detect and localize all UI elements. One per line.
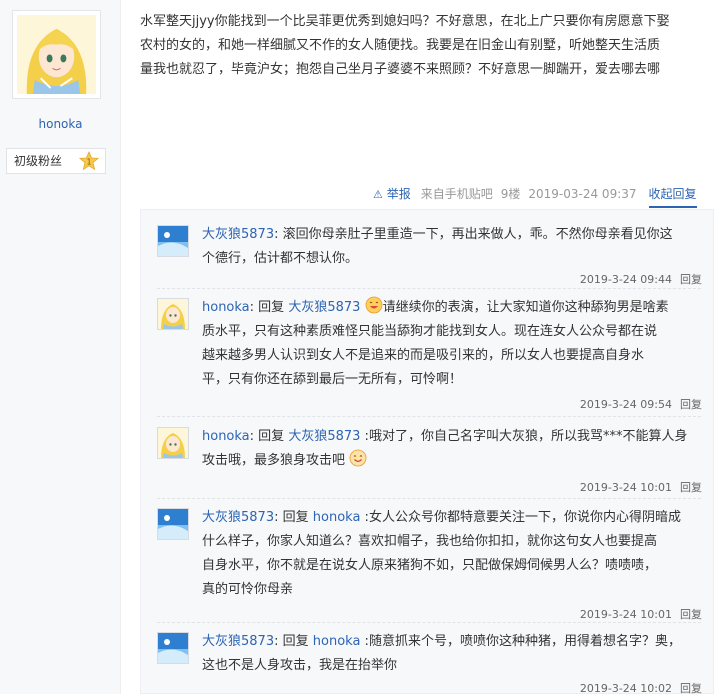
reply-word: 回复: [258, 429, 285, 444]
reply-line: 滚回你母亲肚子里重造一下，再出来做人，乖。不然你母亲看见你这: [282, 227, 673, 242]
reply-item: 大灰狼5873: 滚回你母亲肚子里重造一下，再出来做人，乖。不然你母亲看见你这 …: [157, 225, 702, 288]
report-label: 举报: [386, 187, 411, 201]
reply-text: 大灰狼5873: 回复 honoka :女人公众号你都特意要关注一下，你说你内心…: [202, 510, 681, 597]
report-link[interactable]: ⚠ 举报: [373, 186, 411, 203]
level-badge[interactable]: 初级粉丝 1: [6, 148, 106, 174]
reply-text: 大灰狼5873: 滚回你母亲肚子里重造一下，再出来做人，乖。不然你母亲看见你这 …: [202, 227, 673, 266]
reply-avatar[interactable]: [157, 508, 189, 540]
reply-item: honoka: 回复 大灰狼5873 请继续你的表演，让大家知道你这种舔狗男是啥…: [157, 296, 702, 416]
reply-button[interactable]: 回复: [680, 608, 702, 621]
reply-divider: [157, 498, 701, 499]
star-level-icon: 1: [79, 151, 99, 171]
level-title: 初级粉丝: [14, 154, 63, 168]
author-sidebar: honoka 初级粉丝 1: [0, 0, 121, 694]
reply-text: 大灰狼5873: 回复 honoka :随意抓来个号，喷喷你这种种猪，用得着想名…: [202, 634, 681, 673]
post-line: 农村的女的，和她一样细腻又不作的女人随便找。我要是在旧金山有别墅，听她整天生活质: [140, 38, 661, 53]
reply-username[interactable]: 大灰狼5873: [202, 510, 274, 525]
reply-time: 2019-3-24 10:01: [579, 608, 672, 621]
reply-time: 2019-3-24 09:44: [579, 273, 672, 286]
reply-username[interactable]: 大灰狼5873: [202, 227, 274, 242]
reply-target-user[interactable]: honoka: [313, 634, 361, 649]
reply-target-user[interactable]: 大灰狼5873: [288, 429, 360, 444]
reply-target-user[interactable]: honoka: [313, 510, 361, 525]
svg-text:1: 1: [86, 158, 91, 167]
sky-avatar-icon: [158, 509, 188, 539]
reply-line: 质水平，只有这种素质难怪只能当舔狗才能找到女人。现在连女人公众号都在说: [202, 324, 658, 339]
reply-button[interactable]: 回复: [680, 398, 702, 411]
post-line: 水军整天jjyy你能找到一个比吴菲更优秀到媳妇吗？不好意思，在北上广只要你有房愿…: [140, 14, 670, 29]
reply-avatar[interactable]: [157, 427, 189, 459]
reply-line: 攻击哦，最多狼身攻击吧: [202, 453, 346, 468]
warning-icon: ⚠: [373, 188, 383, 201]
sky-avatar-icon: [158, 226, 188, 256]
reply-avatar[interactable]: [157, 632, 189, 664]
anime-girl-avatar-icon: [158, 299, 188, 329]
reply-username[interactable]: 大灰狼5873: [202, 634, 274, 649]
reply-word: 回复: [282, 634, 309, 649]
reply-footer: 2019-3-24 09:44 回复: [580, 271, 702, 287]
reply-footer: 2019-3-24 10:02 回复: [580, 680, 702, 694]
reply-line: 随意抓来个号，喷喷你这种种猪，用得着想名字？奥，: [368, 634, 681, 649]
reply-time: 2019-3-24 10:01: [579, 481, 672, 494]
reply-text: honoka: 回复 大灰狼5873 请继续你的表演，让大家知道你这种舔狗男是啥…: [202, 296, 702, 392]
reply-username[interactable]: honoka: [202, 300, 250, 315]
reply-line: 越来越多男人认识到女人不是追来的而是吸引来的，所以女人也要提高自身水: [202, 348, 645, 363]
anime-girl-avatar-icon: [158, 428, 188, 458]
anime-girl-avatar-icon: [17, 15, 96, 94]
reply-line: 真的可怜你母亲: [202, 582, 294, 597]
reply-line: 女人公众号你都特意要关注一下，你说你内心得阴暗成: [368, 510, 681, 525]
reply-line: 这也不是人身攻击，我是在抬举你: [202, 658, 398, 673]
reply-avatar[interactable]: [157, 225, 189, 257]
reply-avatar[interactable]: [157, 298, 189, 330]
reply-line: 什么样子，你家人知道么？喜欢扣帽子，我也给你扣扣，就你这句女人也要提高: [202, 534, 658, 549]
reply-word: 回复: [258, 300, 285, 315]
reply-button[interactable]: 回复: [680, 273, 702, 286]
reply-text: honoka: 回复 大灰狼5873 :哦对了，你自己名字叫大灰狼，所以我骂**…: [202, 429, 688, 468]
replies-panel: 大灰狼5873: 滚回你母亲肚子里重造一下，再出来做人，乖。不然你母亲看见你这 …: [140, 209, 714, 694]
sky-avatar-icon: [158, 633, 188, 663]
post-line: 量我也就忍了，毕竟沪女；抱怨自己坐月子婆婆不来照顾？不好意思一脚踹开，爱去哪去哪: [140, 62, 661, 77]
reply-time: 2019-3-24 10:02: [579, 682, 672, 694]
reply-target-user[interactable]: 大灰狼5873: [288, 300, 360, 315]
reply-item: 大灰狼5873: 回复 honoka :女人公众号你都特意要关注一下，你说你内心…: [157, 508, 702, 622]
reply-divider: [157, 416, 701, 417]
reply-button[interactable]: 回复: [680, 682, 702, 694]
reply-footer: 2019-3-24 09:54 回复: [580, 396, 702, 412]
reply-word: 回复: [282, 510, 309, 525]
author-username[interactable]: honoka: [0, 117, 121, 131]
post-time: 2019-03-24 09:37: [528, 187, 637, 201]
reply-line: 自身水平，你不就是在说女人原来猪狗不如，只配做保姆伺候男人么？啧啧啧，: [202, 558, 658, 573]
reply-divider: [157, 288, 701, 289]
reply-item: 大灰狼5873: 回复 honoka :随意抓来个号，喷喷你这种种猪，用得着想名…: [157, 632, 702, 694]
reply-button[interactable]: 回复: [680, 481, 702, 494]
floor-number: 9楼: [500, 187, 521, 201]
reply-divider: [157, 622, 701, 623]
reply-footer: 2019-3-24 10:01 回复: [580, 479, 702, 495]
reply-footer: 2019-3-24 10:01 回复: [580, 606, 702, 622]
reply-line: 哦对了，你自己名字叫大灰狼，所以我骂***不能算人身: [368, 429, 688, 444]
smiling-emoji-icon: [349, 449, 367, 467]
reply-line: 个德行，估计都不想认你。: [202, 251, 359, 266]
reply-line: 请继续你的表演，让大家知道你这种舔狗男是啥素: [382, 300, 669, 315]
collapse-replies-button[interactable]: 收起回复: [648, 186, 697, 208]
post-content: 水军整天jjyy你能找到一个比吴菲更优秀到媳妇吗？不好意思，在北上广只要你有房愿…: [140, 10, 705, 82]
reply-item: honoka: 回复 大灰狼5873 :哦对了，你自己名字叫大灰狼，所以我骂**…: [157, 427, 702, 497]
author-avatar[interactable]: [12, 10, 101, 99]
reply-username[interactable]: honoka: [202, 429, 250, 444]
reply-time: 2019-3-24 09:54: [579, 398, 672, 411]
post-source: 来自手机贴吧: [420, 187, 493, 201]
post-meta-bar: ⚠ 举报 来自手机贴吧 9楼 2019-03-24 09:37 收起回复: [373, 186, 713, 208]
laughing-emoji-icon: [365, 296, 382, 314]
reply-line: 平，只有你还在舔到最后一无所有，可怜啊！: [202, 372, 463, 387]
